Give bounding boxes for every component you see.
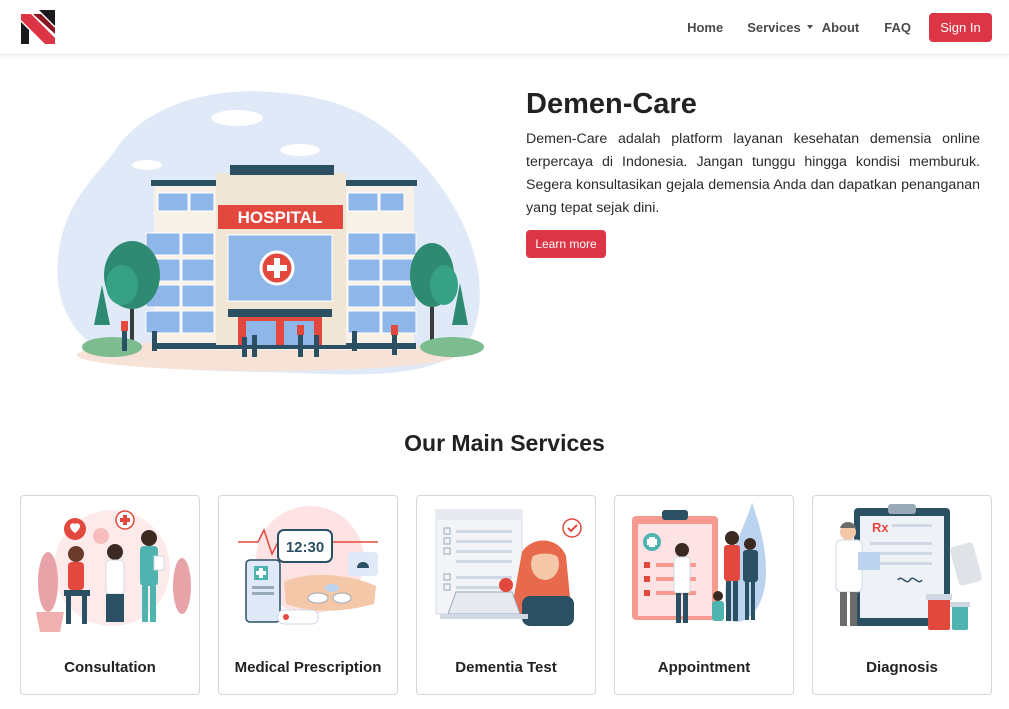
service-label: Dementia Test xyxy=(455,659,557,676)
service-label: Consultation xyxy=(64,659,156,676)
medical-prescription-illustration-icon: 12:30 xyxy=(238,506,378,625)
service-label: Appointment xyxy=(657,659,751,676)
service-card-appointment[interactable]: Appointment xyxy=(614,495,794,695)
nav-home-link[interactable]: Home xyxy=(687,20,723,35)
diagnosis-illustration-icon: Rx xyxy=(835,504,982,630)
nav-links: Home Services About FAQ Sign In xyxy=(687,0,992,55)
service-label: Medical Prescription xyxy=(234,659,382,676)
rx-text: Rx xyxy=(872,520,889,535)
service-card-diagnosis[interactable]: Rx Diagnosis xyxy=(812,495,992,695)
navbar: Home Services About FAQ Sign In xyxy=(0,0,1009,55)
service-card-dementia-test[interactable]: Dementia Test xyxy=(416,495,596,695)
chevron-down-icon xyxy=(806,24,813,29)
sign-in-button[interactable]: Sign In xyxy=(929,13,992,42)
nav-services-link[interactable]: Services xyxy=(747,20,801,35)
hero-description: Demen-Care adalah platform layanan keseh… xyxy=(526,131,980,216)
hospital-illustration: HOSPITAL xyxy=(57,91,484,375)
service-card-consultation[interactable]: Consultation xyxy=(20,495,200,695)
consultation-illustration-icon xyxy=(36,510,191,632)
services-section-title: Our Main Services xyxy=(404,430,605,456)
appointment-illustration-icon xyxy=(632,502,766,623)
service-label: Diagnosis xyxy=(866,659,938,676)
hero-title: Demen-Care xyxy=(526,88,697,120)
learn-more-button[interactable]: Learn more xyxy=(526,230,606,258)
dementia-test-illustration-icon xyxy=(435,509,582,626)
nav-about-link[interactable]: About xyxy=(822,20,860,35)
nav-faq-link[interactable]: FAQ xyxy=(884,20,911,35)
hospital-sign-text: HOSPITAL xyxy=(238,208,323,227)
demen-care-logo-icon[interactable] xyxy=(19,8,57,46)
service-card-medical-prescription[interactable]: 12:30 Medical Prescription xyxy=(218,495,398,695)
clock-text: 12:30 xyxy=(286,539,324,556)
nav-services-dropdown[interactable]: Services xyxy=(747,20,813,35)
